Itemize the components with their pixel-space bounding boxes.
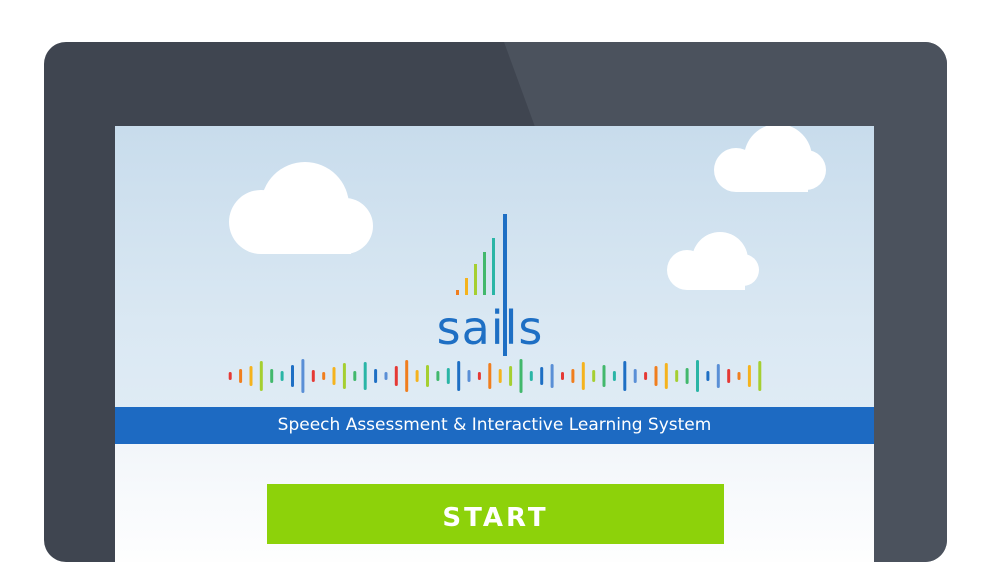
tagline-banner: Speech Assessment & Interactive Learning… — [115, 407, 874, 444]
waveform-bar — [540, 367, 544, 385]
waveform-bar — [291, 365, 294, 387]
waveform-bar — [716, 364, 720, 388]
waveform-bar — [747, 365, 751, 387]
waveform-bar — [561, 372, 564, 380]
waveform-bar — [675, 370, 679, 382]
waveform-bar — [592, 370, 596, 382]
waveform-bar — [664, 363, 668, 389]
waveform-bar — [280, 371, 284, 381]
waveform-bar — [446, 368, 450, 384]
waveform-bar — [249, 366, 253, 386]
waveform-bar — [612, 371, 616, 381]
waveform-bar — [374, 369, 378, 383]
waveform-bar — [737, 372, 741, 380]
waveform-bar — [259, 361, 263, 391]
waveform-bar — [311, 370, 315, 382]
waveform-bar — [457, 361, 461, 391]
waveform-bar — [363, 362, 367, 390]
tablet-frame: sails Speech Assessment & Interactive Le… — [44, 42, 947, 562]
waveform-bar — [498, 369, 502, 383]
waveform-bar — [415, 370, 419, 382]
waveform-bar — [353, 371, 357, 381]
cloud-mid-right-icon — [665, 230, 760, 292]
start-panel: START — [115, 444, 874, 562]
waveform-bar — [529, 371, 533, 381]
app-screen: sails Speech Assessment & Interactive Le… — [115, 126, 874, 562]
waveform-bar — [519, 359, 523, 393]
start-button[interactable]: START — [267, 484, 724, 544]
waveform-bar — [405, 360, 409, 392]
waveform-bar — [758, 361, 762, 391]
waveform-bar — [342, 363, 346, 389]
cloud-left-icon — [223, 160, 378, 255]
waveform-bar — [633, 369, 637, 383]
waveform-bar — [571, 369, 575, 383]
waveform-bar — [332, 367, 336, 385]
waveform-bar — [270, 369, 274, 383]
waveform-bar — [685, 368, 689, 384]
logo-wordmark: sails — [436, 301, 544, 355]
waveform-bar — [384, 372, 388, 380]
waveform-bar — [581, 362, 585, 390]
waveform-bar — [602, 365, 606, 387]
waveform-bar — [488, 363, 492, 389]
waveform-bar — [706, 371, 710, 381]
waveform-bar — [228, 372, 232, 380]
waveform-bar — [239, 369, 243, 383]
waveform-bar — [654, 366, 658, 386]
waveform-bar — [436, 371, 440, 381]
waveform-bar — [477, 372, 481, 380]
waveform-bar — [644, 372, 648, 380]
waveform-bar — [623, 361, 627, 391]
waveform-bar — [426, 365, 429, 387]
waveform-bar — [467, 370, 471, 382]
waveform-bar — [696, 360, 699, 392]
waveform-bar — [394, 366, 398, 386]
waveform-bar — [301, 359, 305, 393]
cloud-top-right-icon — [708, 126, 826, 194]
waveform-bar — [322, 372, 326, 380]
sails-logo: sails — [425, 214, 555, 364]
waveform-bar — [509, 366, 513, 386]
waveform-bar — [727, 369, 731, 383]
waveform-bar — [550, 364, 554, 388]
audio-waveform-icon — [228, 359, 762, 393]
